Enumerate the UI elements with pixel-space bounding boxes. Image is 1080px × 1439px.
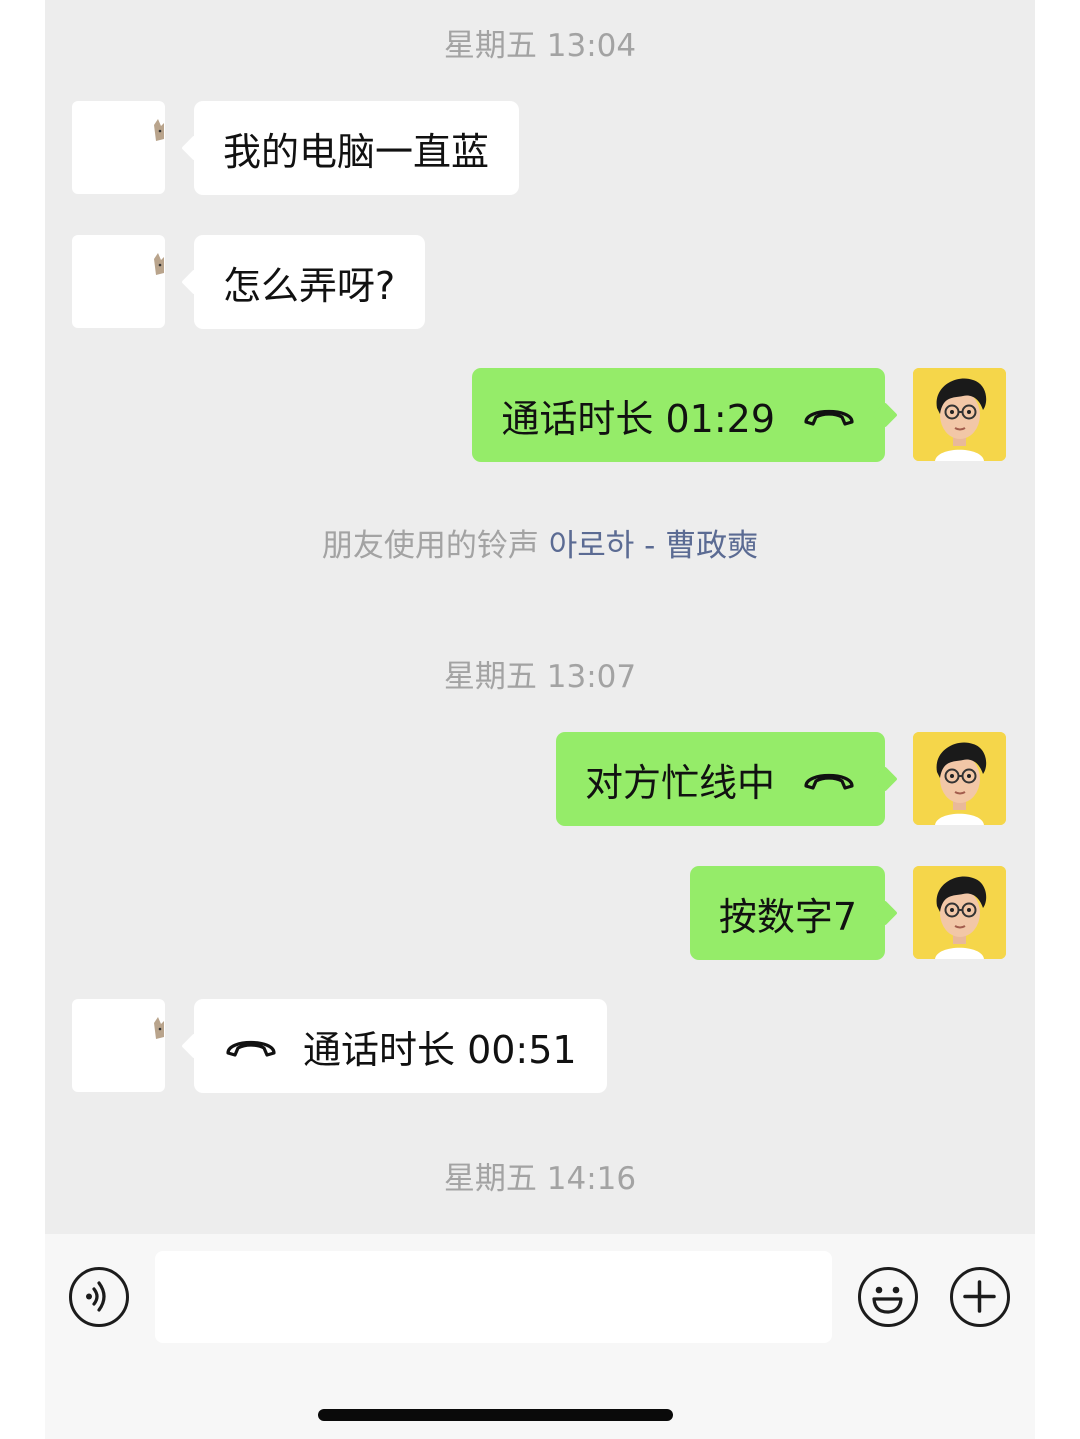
cat-sticker-icon xyxy=(154,253,164,275)
phone-hangup-icon xyxy=(804,774,854,790)
message-text: 我的电脑一直蓝 xyxy=(223,129,490,174)
my-avatar[interactable] xyxy=(913,732,1006,825)
timestamp: 星期五 14:16 xyxy=(443,1161,637,1197)
ringtone-song-link[interactable]: 아로하 - 曹政奭 xyxy=(549,528,758,564)
message-text: 通话时长 01:29 xyxy=(501,396,775,441)
chat-screen: 星期五 13:04 我的电脑一直蓝 怎么弄呀? 通话时长 01:29 朋友使用的… xyxy=(45,0,1035,1439)
cat-sticker-icon xyxy=(154,1017,164,1039)
cat-sticker-icon xyxy=(154,119,164,141)
memoji-avatar-icon xyxy=(913,368,1006,461)
memoji-avatar-icon xyxy=(913,732,1006,825)
plus-icon xyxy=(963,1280,996,1313)
message-text: 按数字7 xyxy=(718,894,857,939)
message-text: 怎么弄呀? xyxy=(223,263,396,308)
message-text: 对方忙线中 xyxy=(584,760,775,805)
timestamp: 星期五 13:07 xyxy=(443,659,637,695)
phone-hangup-icon xyxy=(804,410,854,426)
friend-avatar[interactable] xyxy=(72,101,165,194)
call-record-bubble[interactable]: 对方忙线中 xyxy=(555,732,885,826)
message-bubble-outgoing[interactable]: 按数字7 xyxy=(689,866,885,960)
message-text: 通话时长 00:51 xyxy=(303,1027,577,1072)
friend-avatar[interactable] xyxy=(72,235,165,328)
message-bubble-incoming[interactable]: 我的电脑一直蓝 xyxy=(194,101,520,195)
call-record-bubble[interactable]: 通话时长 01:29 xyxy=(472,368,885,462)
call-record-bubble[interactable]: 通话时长 00:51 xyxy=(194,999,607,1093)
voice-input-button[interactable] xyxy=(69,1267,129,1327)
message-bubble-incoming[interactable]: 怎么弄呀? xyxy=(194,235,426,329)
message-input[interactable] xyxy=(155,1251,832,1343)
friend-avatar[interactable] xyxy=(72,999,165,1092)
more-options-button[interactable] xyxy=(950,1267,1010,1327)
my-avatar[interactable] xyxy=(913,866,1006,959)
emoji-icon xyxy=(872,1286,903,1314)
memoji-avatar-icon xyxy=(913,866,1006,959)
voice-input-icon xyxy=(86,1281,106,1312)
emoji-button[interactable] xyxy=(858,1267,918,1327)
timestamp: 星期五 13:04 xyxy=(443,28,637,64)
home-indicator[interactable] xyxy=(318,1409,673,1421)
phone-hangup-icon xyxy=(226,1041,276,1057)
ringtone-notice: 朋友使用的铃声 아로하 - 曹政奭 xyxy=(45,520,1035,565)
my-avatar[interactable] xyxy=(913,368,1006,461)
ringtone-prefix: 朋友使用的铃声 xyxy=(321,528,539,564)
